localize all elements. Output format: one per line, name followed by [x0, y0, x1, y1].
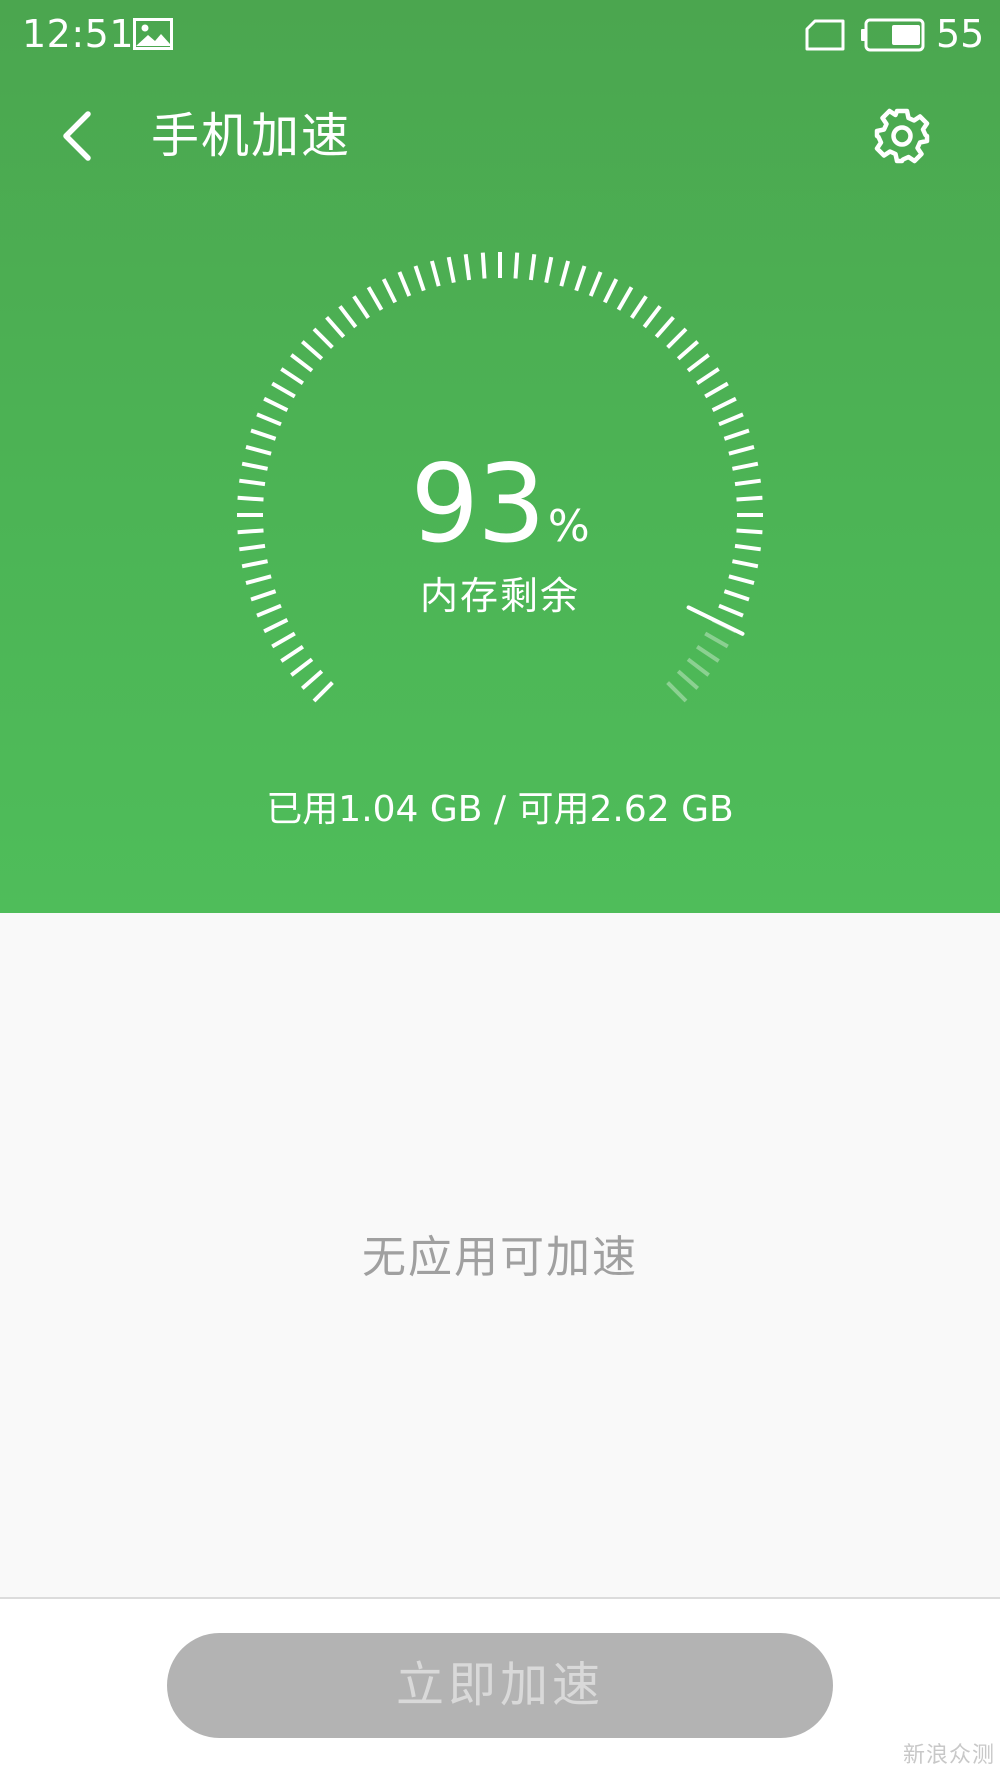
gauge-tick — [686, 353, 710, 373]
gauge-tick-inactive — [695, 645, 720, 663]
gauge-tick — [300, 340, 324, 361]
status-bar: 12:51 55 — [0, 0, 1000, 72]
empty-state-message: 无应用可加速 — [362, 1232, 638, 1283]
gauge-tick — [290, 657, 314, 677]
memory-percent: 93% — [0, 445, 1000, 565]
battery-level: 55 — [936, 12, 985, 56]
gauge-tick — [603, 278, 619, 304]
gauge-tick — [718, 412, 744, 427]
gauge-tick — [676, 340, 700, 361]
gauge-tick — [312, 681, 334, 703]
memory-remaining-label: 内存剩余 — [419, 574, 580, 618]
gauge-tick — [616, 286, 634, 311]
gauge-tick — [723, 428, 750, 441]
gauge-tick-inactive — [666, 681, 688, 703]
gauge-tick — [413, 265, 426, 292]
page-title: 手机加速 — [151, 108, 352, 164]
gauge-tick — [695, 367, 720, 385]
gallery-icon — [133, 18, 173, 50]
back-button[interactable] — [44, 100, 116, 172]
gauge-tick — [397, 271, 412, 297]
gauge-tick — [325, 315, 346, 339]
gauge-tick — [271, 631, 296, 649]
gauge-tick — [263, 618, 289, 634]
gauge-tick-inactive — [711, 618, 737, 634]
gauge-tick — [263, 396, 289, 412]
gauge-tick — [429, 260, 441, 287]
memory-usage-summary: 已用1.04 GB / 可用2.62 GB — [266, 789, 734, 830]
gauge-tick — [381, 278, 397, 304]
gauge-tick — [271, 381, 296, 399]
battery-icon — [861, 18, 925, 52]
gauge-tick — [654, 315, 675, 339]
gauge-tick-inactive — [686, 657, 710, 677]
gauge-tick-inactive — [676, 669, 700, 690]
gauge-tick — [446, 256, 456, 283]
gauge-tick — [338, 305, 358, 329]
gauge-tick — [559, 260, 571, 287]
gauge-tick — [463, 254, 472, 281]
gauge-tick — [513, 252, 520, 279]
gauge-tick — [256, 412, 282, 427]
phone-boost-screen: 12:51 55 手机加速 93% 内存剩余 已用1.04 GB / 可用2.6… — [0, 0, 1000, 1777]
gauge-tick — [300, 669, 324, 690]
gauge-tick — [704, 381, 729, 399]
gauge-tick — [250, 428, 277, 441]
gauge-tick — [574, 265, 587, 292]
memory-header: 12:51 55 手机加速 93% 内存剩余 已用1.04 GB / 可用2.6… — [0, 0, 1000, 913]
gauge-tick — [280, 367, 305, 385]
gauge-tick — [280, 645, 305, 663]
gauge-tick — [666, 327, 688, 349]
settings-button[interactable] — [866, 100, 938, 172]
gauge-tick — [711, 396, 737, 412]
boost-now-button[interactable]: 立即加速 — [167, 1633, 833, 1738]
chevron-left-icon — [63, 111, 91, 161]
gauge-tick-inactive — [704, 631, 729, 649]
gauge-tick — [352, 295, 370, 320]
gauge-tick — [630, 295, 648, 320]
watermark: 新浪众测 — [902, 1743, 995, 1768]
status-time: 12:51 — [22, 12, 135, 56]
gauge-tick — [588, 271, 603, 297]
sim-icon — [805, 19, 845, 51]
gauge-tick — [480, 252, 487, 279]
gauge-tick — [312, 327, 334, 349]
memory-percent-value: 93 — [410, 442, 545, 567]
gauge-tick — [642, 305, 662, 329]
gauge-tick — [528, 254, 537, 281]
memory-percent-unit: % — [547, 501, 590, 552]
gauge-tick — [366, 286, 384, 311]
gauge-tick — [290, 353, 314, 373]
gear-icon — [874, 108, 930, 164]
gauge-tick — [544, 256, 554, 283]
